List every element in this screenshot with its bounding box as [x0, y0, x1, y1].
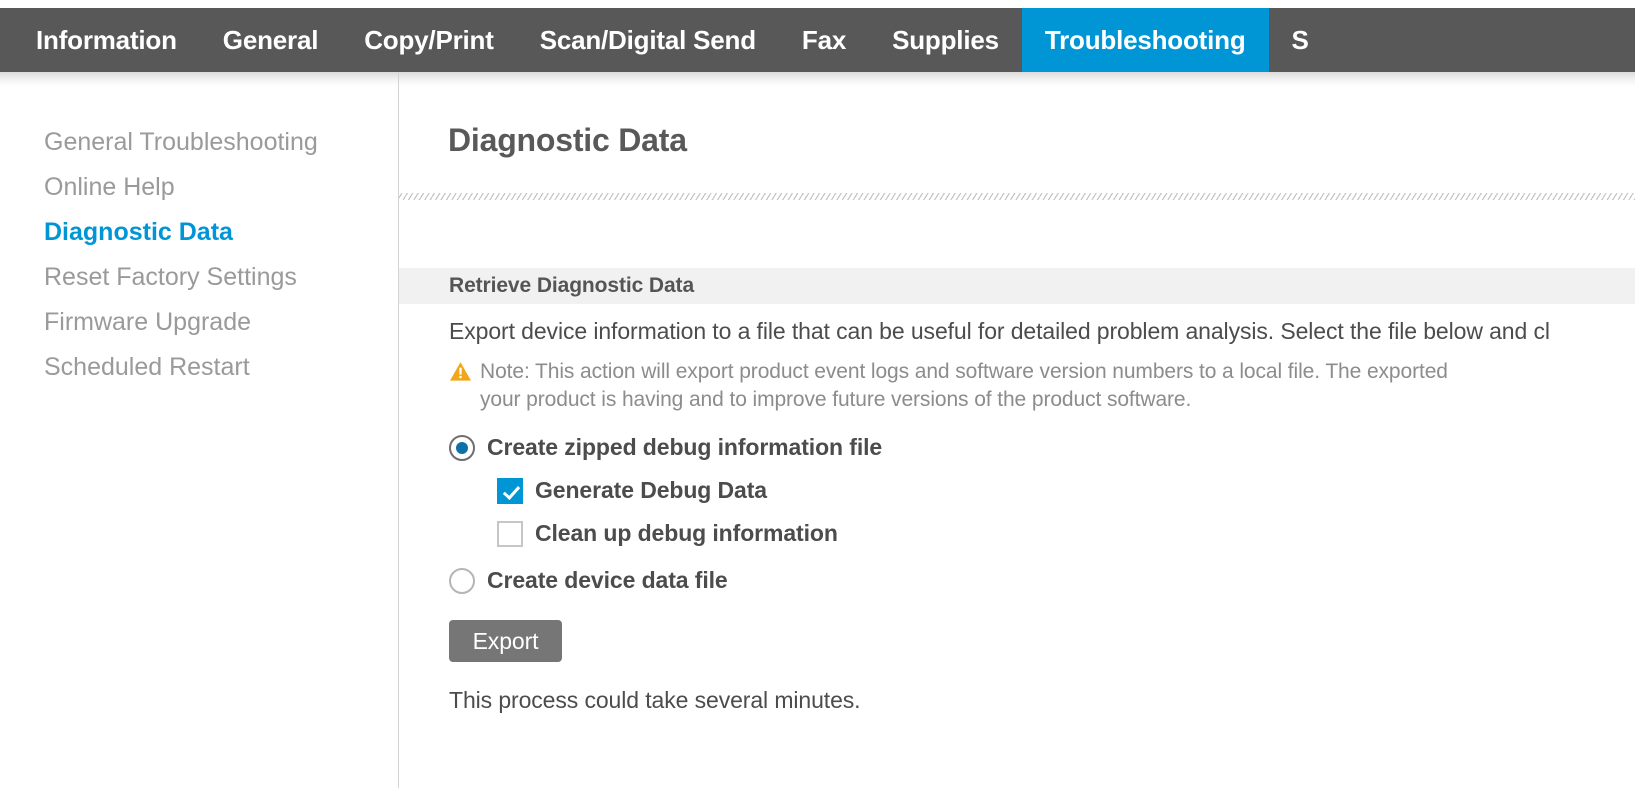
- option-row-generate-debug-data[interactable]: Generate Debug Data: [497, 477, 1635, 504]
- section-banner: Retrieve Diagnostic Data: [399, 268, 1635, 304]
- nav-item-copy-print[interactable]: Copy/Print: [341, 8, 516, 72]
- primary-navigation: Information General Copy/Print Scan/Digital…: [0, 8, 1635, 72]
- sidebar-navigation: General Troubleshooting Online Help Diagno…: [0, 86, 398, 788]
- page-title: Diagnostic Data: [448, 122, 687, 158]
- radio-create-zipped-debug-information-file[interactable]: [449, 434, 475, 461]
- nav-item-supplies[interactable]: Supplies: [869, 8, 1022, 72]
- note-line-2: your product is having and to improve fu…: [480, 388, 1192, 411]
- sidebar-item-online-help[interactable]: Online Help: [44, 165, 398, 210]
- hatched-divider: [399, 193, 1635, 200]
- option-row-create-zipped-debug-information-file[interactable]: Create zipped debug information file: [449, 434, 1635, 461]
- top-strip: [0, 0, 1635, 8]
- nav-item-fax[interactable]: Fax: [779, 8, 869, 72]
- sidebar-item-diagnostic-data[interactable]: Diagnostic Data: [44, 210, 398, 255]
- section-body: Export device information to a file that…: [449, 318, 1635, 714]
- option-row-create-device-data-file[interactable]: Create device data file: [449, 567, 1635, 594]
- option-label-clean-up-debug-information: Clean up debug information: [535, 520, 838, 546]
- embedded-web-server-page: Information General Copy/Print Scan/Digital…: [0, 0, 1635, 788]
- sidebar-item-scheduled-restart[interactable]: Scheduled Restart: [44, 345, 398, 390]
- sidebar-item-firmware-upgrade[interactable]: Firmware Upgrade: [44, 300, 398, 345]
- option-label-generate-debug-data: Generate Debug Data: [535, 477, 767, 503]
- export-button[interactable]: Export: [449, 620, 562, 662]
- radio-create-device-data-file[interactable]: [449, 567, 475, 594]
- nav-item-s[interactable]: S: [1269, 8, 1332, 72]
- warning-triangle-icon: [450, 362, 471, 381]
- nav-item-scan-digital-send[interactable]: Scan/Digital Send: [517, 8, 779, 72]
- option-row-clean-up-debug-information[interactable]: Clean up debug information: [497, 520, 1635, 547]
- note-line-1: Note: This action will export product ev…: [480, 360, 1448, 383]
- nav-shadow: [0, 72, 1635, 86]
- sidebar-item-reset-factory-settings[interactable]: Reset Factory Settings: [44, 255, 398, 300]
- checkbox-clean-up-debug-information[interactable]: [497, 520, 523, 547]
- option-label-create-device-data-file: Create device data file: [487, 567, 728, 593]
- process-footnote: This process could take several minutes.: [449, 687, 861, 713]
- section-banner-label: Retrieve Diagnostic Data: [449, 274, 695, 297]
- content-area: Diagnostic Data Retrieve Diagnostic Data…: [399, 86, 1635, 788]
- nav-item-information[interactable]: Information: [0, 8, 200, 72]
- sidebar-item-general-troubleshooting[interactable]: General Troubleshooting: [44, 120, 398, 165]
- note-block: Note: This action will export product ev…: [449, 358, 1635, 414]
- section-description: Export device information to a file that…: [449, 318, 1550, 344]
- options-group: Create zipped debug information file Gene…: [449, 434, 1635, 594]
- option-label-create-zipped-debug-information-file: Create zipped debug information file: [487, 434, 883, 460]
- checkbox-generate-debug-data[interactable]: [497, 477, 523, 504]
- nav-item-general[interactable]: General: [200, 8, 341, 72]
- nav-item-troubleshooting[interactable]: Troubleshooting: [1021, 8, 1269, 72]
